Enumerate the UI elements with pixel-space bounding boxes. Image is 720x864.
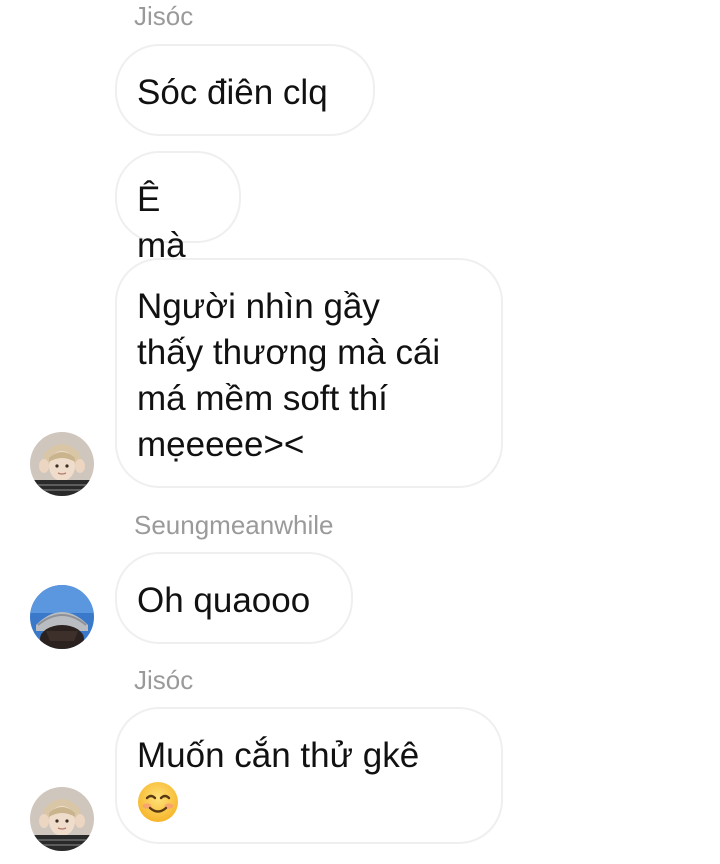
message-text: Oh quaooo — [137, 581, 311, 620]
message-bubble[interactable]: Muốn cắn thử gkê — [115, 707, 503, 844]
message-text: Ê mà — [137, 180, 186, 265]
message-bubble[interactable]: Người nhìn gầy thấy thương mà cái má mềm… — [115, 258, 503, 488]
message-bubble[interactable]: Oh quaooo — [115, 552, 353, 644]
smiling-face-emoji-icon — [137, 781, 179, 823]
avatar-image — [30, 585, 94, 649]
avatar-jisoc[interactable] — [30, 432, 94, 496]
message-text: Sóc điên clq — [137, 73, 328, 112]
avatar-image — [30, 787, 94, 851]
avatar-seungmeanwhile[interactable] — [30, 585, 94, 649]
message-text: Muốn cắn thử gkê — [137, 736, 420, 775]
message-text: Người nhìn gầy thấy thương mà cái má mềm… — [137, 287, 441, 464]
sender-name-jisoc: Jisóc — [134, 1, 194, 31]
message-bubble[interactable]: Ê mà — [115, 151, 241, 265]
sender-name-jisoc: Jisóc — [134, 665, 194, 695]
sender-name-seungmeanwhile: Seungmeanwhile — [134, 510, 334, 540]
avatar-image — [30, 432, 94, 496]
avatar-jisoc[interactable] — [30, 787, 94, 851]
message-bubble[interactable]: Sóc điên clq — [115, 44, 375, 136]
